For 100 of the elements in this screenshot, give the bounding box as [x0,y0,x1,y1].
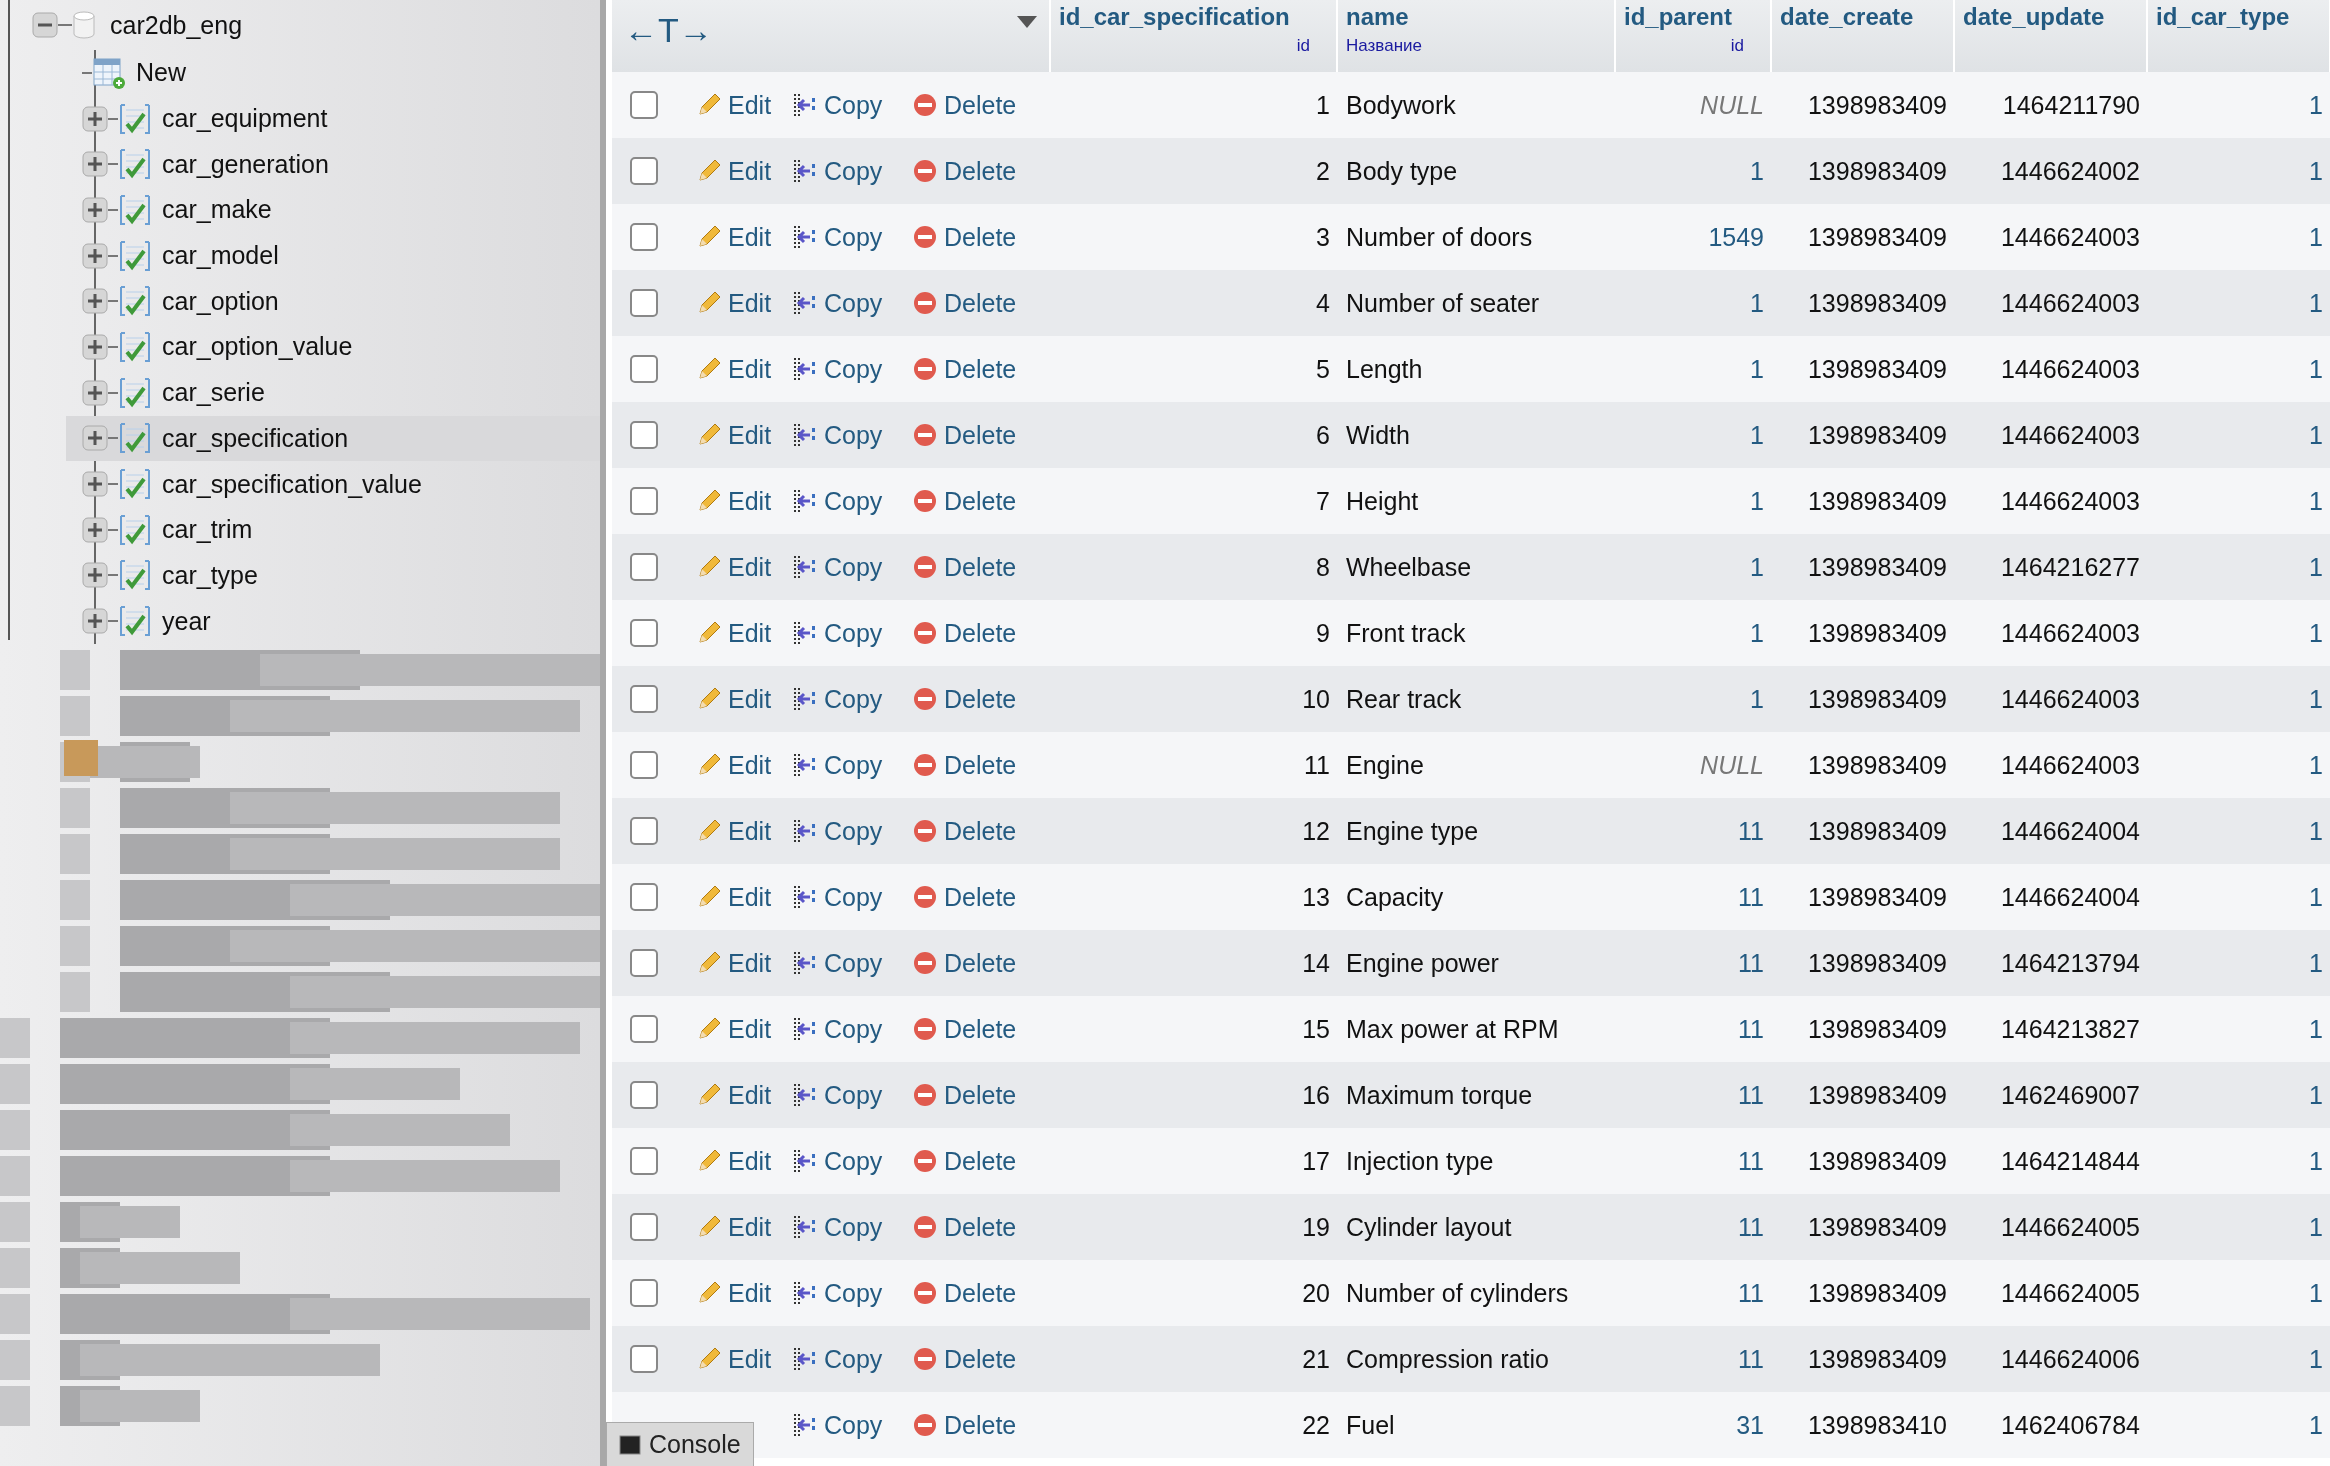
row-checkbox[interactable] [630,223,658,251]
foreign-key-link[interactable]: 1 [1616,684,1772,714]
foreign-key-link[interactable]: 1 [2148,1014,2330,1044]
delete-link[interactable]: Delete [912,882,1042,912]
copy-link[interactable]: Copy [792,420,912,450]
row-checkbox[interactable] [630,751,658,779]
edit-link[interactable]: Edit [696,1212,792,1242]
copy-link[interactable]: Copy [792,618,912,648]
table-tree-item[interactable]: car_option [82,278,600,325]
foreign-key-link[interactable]: 1 [2148,552,2330,582]
foreign-key-link[interactable]: 1 [2148,222,2330,252]
row-checkbox[interactable] [630,157,658,185]
row-checkbox[interactable] [630,553,658,581]
delete-link[interactable]: Delete [912,486,1042,516]
foreign-key-link[interactable]: 1 [2148,882,2330,912]
delete-link[interactable]: Delete [912,948,1042,978]
expand-icon[interactable] [82,471,108,498]
edit-link[interactable]: Edit [696,90,792,120]
edit-link[interactable]: Edit [696,288,792,318]
expand-icon[interactable] [82,608,108,635]
delete-link[interactable]: Delete [912,1410,1042,1440]
row-checkbox[interactable] [630,1279,658,1307]
foreign-key-link[interactable]: 1 [1616,552,1772,582]
expand-icon[interactable] [82,379,108,406]
edit-link[interactable]: Edit [696,354,792,384]
foreign-key-link[interactable]: 1 [2148,486,2330,516]
delete-link[interactable]: Delete [912,750,1042,780]
delete-link[interactable]: Delete [912,156,1042,186]
foreign-key-link[interactable]: 1 [2148,1410,2330,1440]
copy-link[interactable]: Copy [792,288,912,318]
table-tree-item[interactable]: car_equipment [82,95,600,142]
delete-link[interactable]: Delete [912,222,1042,252]
expand-icon[interactable] [82,288,108,315]
edit-link[interactable]: Edit [696,552,792,582]
copy-link[interactable]: Copy [792,882,912,912]
foreign-key-link[interactable]: 1 [2148,1080,2330,1110]
column-toggle[interactable]: ←T→ [624,10,713,50]
column-name[interactable]: id_car_specification [1059,2,1328,32]
copy-link[interactable]: Copy [792,816,912,846]
foreign-key-link[interactable]: 1 [2148,1278,2330,1308]
row-checkbox[interactable] [630,1147,658,1175]
edit-link[interactable]: Edit [696,948,792,978]
column-name[interactable]: id_parent [1624,2,1762,32]
expand-icon[interactable] [82,562,108,589]
row-checkbox[interactable] [630,949,658,977]
foreign-key-link[interactable]: 1 [1616,420,1772,450]
foreign-key-link[interactable]: 11 [1616,1212,1772,1242]
foreign-key-link[interactable]: 1 [2148,618,2330,648]
edit-link[interactable]: Edit [696,1080,792,1110]
edit-link[interactable]: Edit [696,1278,792,1308]
foreign-key-link[interactable]: 1 [1616,354,1772,384]
row-checkbox[interactable] [630,421,658,449]
database-name[interactable]: car2db_eng [110,10,243,40]
foreign-key-link[interactable]: 1 [1616,486,1772,516]
delete-link[interactable]: Delete [912,816,1042,846]
copy-link[interactable]: Copy [792,684,912,714]
copy-link[interactable]: Copy [792,750,912,780]
copy-link[interactable]: Copy [792,1014,912,1044]
expand-icon[interactable] [82,151,108,178]
table-tree-item[interactable]: car_make [82,187,600,233]
delete-link[interactable]: Delete [912,1080,1042,1110]
delete-link[interactable]: Delete [912,354,1042,384]
table-tree-item[interactable]: year [82,598,600,644]
foreign-key-link[interactable]: 1 [1616,618,1772,648]
row-checkbox[interactable] [630,487,658,515]
copy-link[interactable]: Copy [792,90,912,120]
foreign-key-link[interactable]: 1 [2148,1344,2330,1374]
foreign-key-link[interactable]: 1 [2148,354,2330,384]
edit-link[interactable]: Edit [696,750,792,780]
copy-link[interactable]: Copy [792,1344,912,1374]
foreign-key-link[interactable]: 1 [2148,288,2330,318]
delete-link[interactable]: Delete [912,288,1042,318]
table-tree-item[interactable]: car_model [82,232,600,279]
table-tree-item[interactable]: car_generation [82,141,600,188]
delete-link[interactable]: Delete [912,90,1042,120]
delete-link[interactable]: Delete [912,1146,1042,1176]
row-checkbox[interactable] [630,355,658,383]
copy-link[interactable]: Copy [792,1080,912,1110]
edit-link[interactable]: Edit [696,882,792,912]
foreign-key-link[interactable]: 1 [2148,156,2330,186]
row-checkbox[interactable] [630,91,658,119]
copy-link[interactable]: Copy [792,1146,912,1176]
copy-link[interactable]: Copy [792,222,912,252]
console-button[interactable]: Console [606,1422,754,1466]
delete-link[interactable]: Delete [912,1014,1042,1044]
delete-link[interactable]: Delete [912,552,1042,582]
expand-icon[interactable] [82,333,108,360]
edit-link[interactable]: Edit [696,684,792,714]
edit-link[interactable]: Edit [696,1014,792,1044]
foreign-key-link[interactable]: 31 [1616,1410,1772,1440]
foreign-key-link[interactable]: 11 [1616,1344,1772,1374]
table-tree-item[interactable]: car_serie [82,369,600,416]
column-name[interactable]: date_create [1780,2,1945,32]
copy-link[interactable]: Copy [792,1278,912,1308]
column-name[interactable]: name [1346,2,1606,32]
foreign-key-link[interactable]: 11 [1616,1080,1772,1110]
edit-link[interactable]: Edit [696,1146,792,1176]
edit-link[interactable]: Edit [696,156,792,186]
expand-icon[interactable] [82,196,108,223]
foreign-key-link[interactable]: 1 [2148,420,2330,450]
